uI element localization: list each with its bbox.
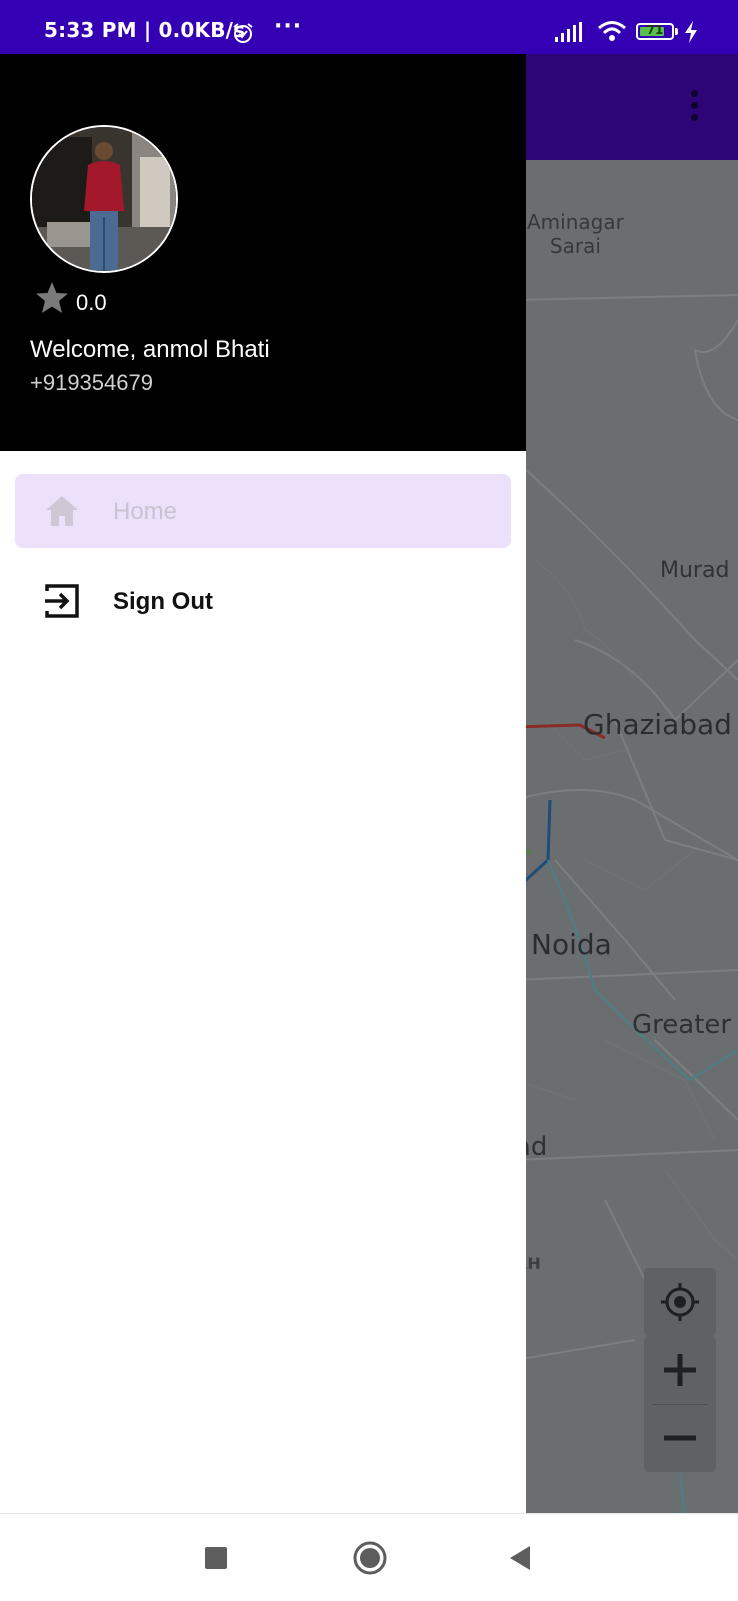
overflow-menu-icon[interactable] bbox=[690, 90, 700, 126]
map-view[interactable]: Aminagar Sarai Murad Ghaziabad Noida Gre… bbox=[515, 160, 738, 1513]
more-notifications-icon: ··· bbox=[274, 14, 303, 39]
zoom-out-icon[interactable] bbox=[644, 1404, 716, 1472]
my-location-icon bbox=[661, 1283, 699, 1321]
signal-icon bbox=[555, 22, 582, 42]
wifi-icon bbox=[598, 21, 626, 41]
app-toolbar bbox=[515, 54, 738, 160]
welcome-text: Welcome, anmol Bhati bbox=[30, 336, 270, 363]
status-bar: 5:33 PM | 0.0KB/s ··· 71 bbox=[0, 0, 738, 54]
map-label-aminagar: Aminagar Sarai bbox=[527, 210, 624, 258]
star-icon bbox=[36, 282, 68, 313]
map-label-murad: Murad bbox=[660, 558, 730, 583]
battery-icon: 71 bbox=[636, 23, 674, 40]
zoom-in-icon[interactable] bbox=[644, 1336, 716, 1404]
alarm-icon bbox=[233, 23, 253, 43]
recent-apps-button[interactable] bbox=[205, 1547, 227, 1569]
menu-item-label: Sign Out bbox=[113, 588, 213, 615]
home-icon bbox=[46, 496, 78, 526]
profile-photo bbox=[32, 127, 176, 271]
map-label-noida: Noida bbox=[531, 928, 612, 961]
menu-item-home[interactable]: Home bbox=[15, 474, 511, 548]
phone-number: +919354679 bbox=[30, 370, 153, 395]
drawer-header: 0.0 Welcome, anmol Bhati +919354679 bbox=[0, 54, 526, 451]
home-button[interactable] bbox=[352, 1540, 388, 1576]
zoom-controls bbox=[644, 1336, 716, 1472]
rating-value: 0.0 bbox=[76, 290, 107, 315]
map-label-greater: Greater bbox=[632, 1010, 732, 1040]
sign-out-icon bbox=[45, 584, 79, 618]
status-time: 5:33 PM | 0.0KB/s bbox=[44, 18, 246, 42]
my-location-button[interactable] bbox=[644, 1268, 716, 1336]
system-nav-bar bbox=[0, 1513, 738, 1601]
charging-icon bbox=[685, 21, 697, 43]
menu-item-label: Home bbox=[113, 498, 178, 525]
avatar[interactable] bbox=[30, 125, 178, 273]
map-label-ghaziabad: Ghaziabad bbox=[583, 708, 732, 741]
menu-item-sign-out[interactable]: Sign Out bbox=[15, 564, 511, 638]
battery-tip bbox=[675, 28, 678, 35]
battery-level: 71 bbox=[646, 23, 664, 37]
back-button[interactable] bbox=[508, 1544, 532, 1572]
navigation-drawer: 0.0 Welcome, anmol Bhati +919354679 Home… bbox=[0, 54, 526, 1513]
